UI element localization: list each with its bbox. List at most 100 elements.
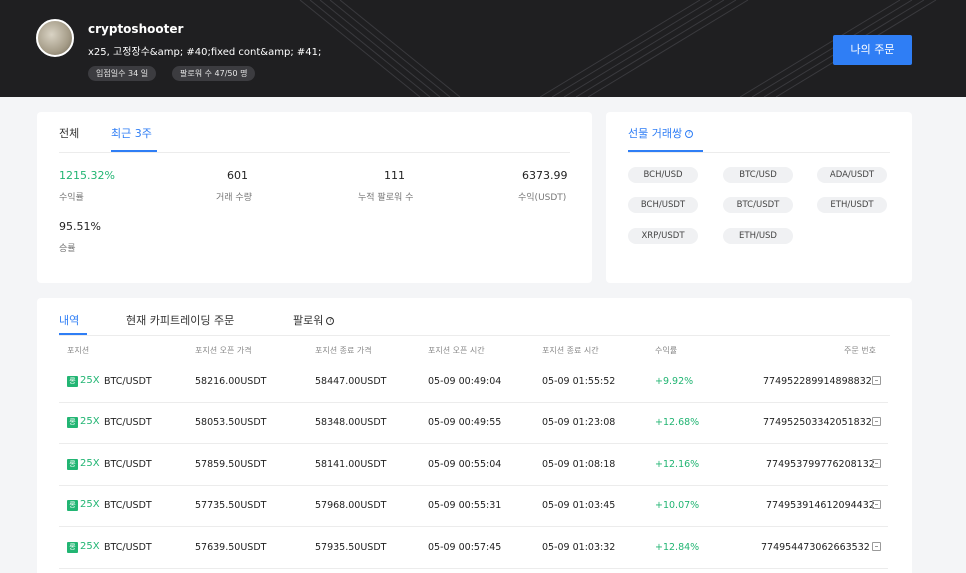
pair-chip[interactable]: XRP/USDT	[628, 228, 698, 244]
pair: BTC/USDT	[104, 459, 152, 470]
close-price: 57935.50USDT	[315, 542, 387, 553]
open-time: 05-09 00:55:31	[428, 500, 502, 511]
return-rate-label: 수익률	[59, 193, 84, 203]
pairs-divider	[628, 152, 890, 153]
pair: BTC/USDT	[104, 417, 152, 428]
table-row: 롱 25X BTC/USDT 57735.50USDT 57968.00USDT…	[59, 486, 888, 527]
pair-chip[interactable]: BCH/USD	[628, 167, 698, 183]
return: +9.92%	[655, 376, 694, 387]
pair: BTC/USDT	[104, 376, 152, 387]
question-circle-icon[interactable]: ?	[685, 130, 694, 138]
open-time: 05-09 00:49:55	[428, 417, 502, 428]
leverage: 25X	[80, 375, 100, 386]
close-time: 05-09 01:23:08	[542, 417, 616, 428]
close-price: 58348.00USDT	[315, 417, 387, 428]
col-return: 수익률	[655, 346, 678, 355]
history-tabs-divider	[59, 335, 890, 336]
close-time: 05-09 01:55:52	[542, 376, 616, 387]
close-price: 57968.00USDT	[315, 500, 387, 511]
order-id: 774952503342051832	[763, 417, 872, 428]
close-time: 05-09 01:03:32	[542, 542, 616, 553]
col-position: 포지션	[67, 346, 90, 355]
return-rate-value: 1215.32%	[59, 169, 115, 182]
close-price: 58141.00USDT	[315, 459, 387, 470]
leverage: 25X	[80, 499, 100, 510]
return: +12.16%	[655, 459, 700, 470]
win-rate-label: 승률	[59, 244, 76, 254]
profit-usdt-value: 6373.99	[522, 169, 568, 182]
col-close-time: 포지션 종료 시간	[542, 346, 599, 355]
copy-icon[interactable]	[872, 417, 881, 426]
copy-icon[interactable]	[872, 542, 881, 551]
pair-chip[interactable]: BTC/USDT	[723, 197, 793, 213]
futures-pairs-title-text: 선물 거래쌍	[628, 127, 683, 140]
open-price: 57639.50USDT	[195, 542, 267, 553]
futures-pairs-card: 선물 거래쌍? BCH/USD BTC/USD ADA/USDT BCH/USD…	[606, 112, 912, 283]
long-badge: 롱	[67, 417, 78, 428]
col-open-time: 포지션 오픈 시간	[428, 346, 485, 355]
total-followers-value: 111	[384, 169, 405, 182]
open-price: 58216.00USDT	[195, 376, 267, 387]
col-order-id: 주문 번호	[844, 346, 876, 355]
long-badge: 롱	[67, 376, 78, 387]
pair-chip[interactable]: ETH/USDT	[817, 197, 887, 213]
order-id: 774953799776208132	[766, 459, 875, 470]
long-badge: 롱	[67, 500, 78, 511]
table-row: 롱 25X BTC/USDT 58053.50USDT 58348.00USDT…	[59, 403, 888, 444]
table-row: 롱 25X BTC/USDT 57639.50USDT 57935.50USDT…	[59, 528, 888, 569]
trade-count-label: 거래 수량	[216, 193, 252, 203]
total-followers-label: 누적 팔로워 수	[358, 193, 414, 203]
pair-chip[interactable]: BCH/USDT	[628, 197, 698, 213]
table-row: 롱 25X BTC/USDT 58216.00USDT 58447.00USDT…	[59, 362, 888, 403]
pair: BTC/USDT	[104, 500, 152, 511]
col-close-price: 포지션 종료 가격	[315, 346, 372, 355]
copy-icon[interactable]	[872, 376, 881, 385]
return: +10.07%	[655, 500, 700, 511]
tab-history[interactable]: 내역	[59, 312, 79, 328]
order-id: 774954473062663532	[761, 542, 870, 553]
stats-card: 전체 최근 3주 1215.32% 수익률 601 거래 수량 111 누적 팔…	[37, 112, 592, 283]
close-time: 05-09 01:03:45	[542, 500, 616, 511]
tab-all[interactable]: 전체	[59, 125, 79, 141]
username: cryptoshooter	[88, 22, 184, 36]
my-orders-button[interactable]: 나의 주문	[833, 35, 912, 65]
close-price: 58447.00USDT	[315, 376, 387, 387]
pair-chip[interactable]: ADA/USDT	[817, 167, 887, 183]
long-badge: 롱	[67, 542, 78, 553]
open-price: 57859.50USDT	[195, 459, 267, 470]
open-time: 05-09 00:57:45	[428, 542, 502, 553]
days-listed-badge: 입점일수 34 일	[88, 66, 157, 81]
tab-current-copy-orders[interactable]: 현재 카피트레이딩 주문	[126, 312, 234, 328]
leverage: 25X	[80, 458, 100, 469]
open-price: 57735.50USDT	[195, 500, 267, 511]
profile-tagline: x25, 고정장수&amp; #40;fixed cont&amp; #41;	[88, 47, 322, 58]
tab-recent-3-weeks[interactable]: 최근 3주	[111, 125, 152, 141]
tab-followers-label: 팔로워	[293, 314, 324, 327]
table-row: 롱 25X BTC/USDT 57859.50USDT 58141.00USDT…	[59, 445, 888, 486]
tab-followers[interactable]: 팔로워?	[293, 312, 335, 328]
return: +12.84%	[655, 542, 700, 553]
futures-pairs-title: 선물 거래쌍?	[628, 125, 694, 141]
copy-icon[interactable]	[872, 500, 881, 509]
trade-count-value: 601	[227, 169, 248, 182]
order-id: 774952289914898832	[763, 376, 872, 387]
pair: BTC/USDT	[104, 542, 152, 553]
win-rate-value: 95.51%	[59, 220, 101, 233]
followers-badge: 팔로워 수 47/50 명	[172, 66, 256, 81]
open-time: 05-09 00:55:04	[428, 459, 502, 470]
col-open-price: 포지션 오픈 가격	[195, 346, 252, 355]
long-badge: 롱	[67, 459, 78, 470]
question-circle-icon[interactable]: ?	[326, 317, 335, 325]
avatar	[36, 19, 74, 57]
open-time: 05-09 00:49:04	[428, 376, 502, 387]
order-id: 774953914612094432	[766, 500, 875, 511]
pair-chip[interactable]: ETH/USD	[723, 228, 793, 244]
tabs-divider	[59, 152, 570, 153]
copy-icon[interactable]	[872, 459, 881, 468]
pair-chip[interactable]: BTC/USD	[723, 167, 793, 183]
open-price: 58053.50USDT	[195, 417, 267, 428]
leverage: 25X	[80, 416, 100, 427]
profile-header: cryptoshooter x25, 고정장수&amp; #40;fixed c…	[0, 0, 966, 97]
leverage: 25X	[80, 541, 100, 552]
return: +12.68%	[655, 417, 700, 428]
